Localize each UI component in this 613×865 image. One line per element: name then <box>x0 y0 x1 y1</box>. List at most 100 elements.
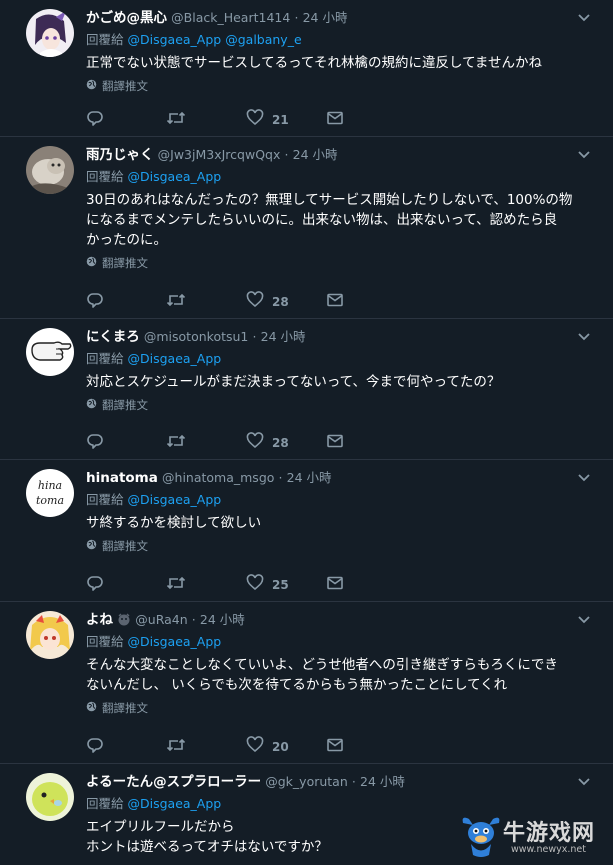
mention-link[interactable]: @Disgaea_App <box>128 169 222 184</box>
reply-label: 回覆給 <box>86 32 124 47</box>
tweet[interactable]: かごめ@黒心 @Black_Heart1414 · 24 小時 回覆給 @Dis… <box>0 0 613 137</box>
display-name[interactable]: にくまろ <box>86 329 140 345</box>
timestamp[interactable]: 24 小時 <box>287 470 332 485</box>
chevron-down-icon[interactable] <box>575 9 593 27</box>
avatar[interactable] <box>26 9 74 57</box>
translate-tweet-link[interactable]: 翻譯推文 <box>86 538 593 554</box>
retweet-icon <box>166 109 186 131</box>
reply-context: 回覆給 @Disgaea_App <box>86 350 593 368</box>
mention-link[interactable]: @Disgaea_App <box>128 634 222 649</box>
avatar[interactable] <box>26 146 74 194</box>
tweet[interactable]: 雨乃じゃく @Jw3jM3xJrcqwQqx · 24 小時 回覆給 @Disg… <box>0 137 613 319</box>
tweet-text: 対応とスケジュールがまだ決まってないって、今まで何やってたの？ <box>86 374 501 390</box>
tweet[interactable]: にくまろ @misotonkotsu1 · 24 小時 回覆給 @Disgaea… <box>0 319 613 460</box>
separator-dot: · <box>284 147 289 162</box>
like-count: 28 <box>272 295 289 309</box>
direct-message-button[interactable] <box>326 574 406 596</box>
translate-tweet-link[interactable]: 翻譯推文 <box>86 700 593 716</box>
mention-link[interactable]: @Disgaea_App <box>128 351 222 366</box>
avatar-handwriting: hina <box>38 479 62 492</box>
reply-context: 回覆給 @Disgaea_App <box>86 491 593 509</box>
retweet-icon <box>166 736 186 758</box>
separator-dot: · <box>351 774 356 789</box>
globe-icon <box>86 78 97 94</box>
avatar[interactable] <box>26 773 74 821</box>
timestamp[interactable]: 24 小時 <box>261 329 306 344</box>
like-button[interactable]: 28 <box>246 291 326 313</box>
reply-button[interactable] <box>86 736 166 758</box>
chevron-down-icon[interactable] <box>575 611 593 629</box>
timestamp[interactable]: 24 小時 <box>360 774 405 789</box>
avatar[interactable] <box>26 328 74 376</box>
reply-button[interactable] <box>86 109 166 131</box>
retweet-button[interactable] <box>166 574 246 596</box>
like-count: 20 <box>272 740 289 754</box>
timestamp[interactable]: 24 小時 <box>303 10 348 25</box>
translate-tweet-link[interactable]: 翻譯推文 <box>86 78 593 94</box>
reply-label: 回覆給 <box>86 492 124 507</box>
mention-link[interactable]: @Disgaea_App <box>128 492 222 507</box>
heart-icon <box>246 432 264 454</box>
reply-label: 回覆給 <box>86 796 124 811</box>
like-button[interactable]: 25 <box>246 574 326 596</box>
tweet[interactable]: hina toma hinatoma @hinatoma_msgo · 24 小… <box>0 460 613 602</box>
display-name[interactable]: 雨乃じゃく <box>86 147 154 163</box>
tweet-text: そんな大変なことしなくていいよ、どうせ他者への引き継ぎすらもろくにでき ないんだ… <box>86 657 558 693</box>
direct-message-button[interactable] <box>326 291 406 313</box>
user-handle[interactable]: @hinatoma_msgo <box>162 470 274 485</box>
envelope-icon <box>326 432 344 454</box>
display-name[interactable]: よね <box>86 612 113 628</box>
avatar[interactable]: hina toma <box>26 469 74 517</box>
user-handle[interactable]: @misotonkotsu1 <box>144 329 249 344</box>
reply-button[interactable] <box>86 291 166 313</box>
retweet-icon <box>166 574 186 596</box>
direct-message-button[interactable] <box>326 736 406 758</box>
timestamp[interactable]: 24 小時 <box>200 612 245 627</box>
like-button[interactable]: 20 <box>246 736 326 758</box>
user-handle[interactable]: @uRa4n <box>135 612 187 627</box>
avatar[interactable] <box>26 611 74 659</box>
like-button[interactable]: 28 <box>246 432 326 454</box>
retweet-button[interactable] <box>166 736 246 758</box>
watermark-url: www.newyx.net <box>511 844 586 855</box>
tweet-actions: 28 <box>86 432 406 454</box>
envelope-icon <box>326 291 344 313</box>
reply-button[interactable] <box>86 432 166 454</box>
reply-icon <box>86 432 104 454</box>
display-name[interactable]: よるーたん@スプラローラー <box>86 774 261 790</box>
direct-message-button[interactable] <box>326 432 406 454</box>
translate-tweet-link[interactable]: 翻譯推文 <box>86 397 593 413</box>
tweet-actions: 28 <box>86 291 406 313</box>
chevron-down-icon[interactable] <box>575 328 593 346</box>
retweet-button[interactable] <box>166 432 246 454</box>
separator-dot: · <box>278 470 283 485</box>
user-handle[interactable]: @Black_Heart1414 <box>171 10 290 25</box>
chevron-down-icon[interactable] <box>575 146 593 164</box>
retweet-button[interactable] <box>166 109 246 131</box>
tweet[interactable]: よね @uRa4n · 24 小時 回覆給 @Disgaea_App そんな大変… <box>0 602 613 764</box>
translate-tweet-link[interactable]: 翻譯推文 <box>86 255 593 271</box>
translate-label: 翻譯推文 <box>102 398 148 412</box>
mention-link[interactable]: @Disgaea_App <box>128 796 222 811</box>
reply-label: 回覆給 <box>86 351 124 366</box>
envelope-icon <box>326 736 344 758</box>
like-button[interactable]: 21 <box>246 109 326 131</box>
display-name[interactable]: hinatoma <box>86 470 158 486</box>
reply-button[interactable] <box>86 574 166 596</box>
retweet-icon <box>166 291 186 313</box>
heart-icon <box>246 736 264 758</box>
reply-context: 回覆給 @Disgaea_App <box>86 633 593 651</box>
timestamp[interactable]: 24 小時 <box>293 147 338 162</box>
reply-icon <box>86 736 104 758</box>
direct-message-button[interactable] <box>326 109 406 131</box>
chevron-down-icon[interactable] <box>575 469 593 487</box>
retweet-button[interactable] <box>166 291 246 313</box>
user-handle[interactable]: @Jw3jM3xJrcqwQqx <box>158 147 281 162</box>
display-name[interactable]: かごめ@黒心 <box>86 10 167 26</box>
user-handle[interactable]: @gk_yorutan <box>265 774 348 789</box>
translate-label: 翻譯推文 <box>102 256 148 270</box>
chevron-down-icon[interactable] <box>575 773 593 791</box>
reply-label: 回覆給 <box>86 169 124 184</box>
mention-link[interactable]: @Disgaea_App <box>128 32 222 47</box>
mention-link[interactable]: @galbany_e <box>225 32 301 47</box>
